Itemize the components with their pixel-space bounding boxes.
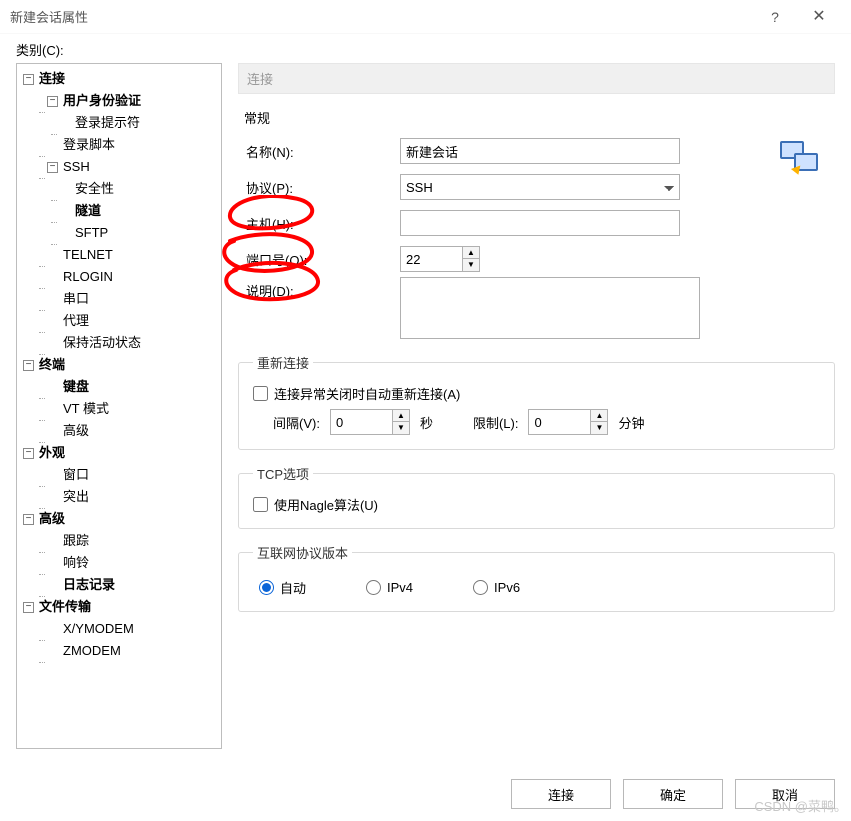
port-spinner[interactable]: ▲▼ [400,246,480,272]
interval-spinner[interactable]: ▲▼ [330,409,410,435]
ok-button[interactable]: 确定 [623,779,723,809]
tcp-legend: TCP选项 [253,464,313,483]
collapse-icon[interactable] [23,448,34,459]
tree-advanced[interactable]: 高级 跟踪 响铃 日志记录 [23,508,219,596]
ipver-ipv4[interactable]: IPv4 [366,580,413,595]
tree-tunnel[interactable]: 隧道 [47,200,219,222]
spin-up-icon[interactable]: ▲ [393,410,409,422]
spin-down-icon[interactable]: ▼ [591,422,607,434]
dialog-footer: 连接 确定 取消 [511,779,835,809]
interval-input[interactable] [330,409,392,435]
name-label: 名称(N): [244,142,400,161]
collapse-icon[interactable] [23,602,34,613]
collapse-icon[interactable] [47,162,58,173]
reconnect-checkbox[interactable]: 连接异常关闭时自动重新连接(A) [253,384,824,403]
tree-connection[interactable]: 连接 用户身份验证 登录提示符 登录脚本 SSH [23,68,219,354]
spin-down-icon[interactable]: ▼ [393,422,409,434]
tree-bell[interactable]: 响铃 [35,552,219,574]
protocol-label: 协议(P): [244,178,400,197]
protocol-select[interactable]: SSH [400,174,680,200]
spin-down-icon[interactable]: ▼ [463,259,479,271]
limit-spinner[interactable]: ▲▼ [528,409,608,435]
session-icon [778,139,822,179]
tree-login-prompt[interactable]: 登录提示符 [47,112,219,134]
limit-input[interactable] [528,409,590,435]
tree-serial[interactable]: 串口 [35,288,219,310]
collapse-icon[interactable] [23,74,34,85]
tree-keyboard[interactable]: 键盘 [35,376,219,398]
collapse-icon[interactable] [23,360,34,371]
limit-label: 限制(L): [473,413,519,432]
nagle-checkbox[interactable]: 使用Nagle算法(U) [253,495,824,514]
connect-button[interactable]: 连接 [511,779,611,809]
tree-security[interactable]: 安全性 [47,178,219,200]
tree-login-script[interactable]: 登录脚本 [35,134,219,156]
tree-xymodem[interactable]: X/YMODEM [35,618,219,640]
ipver-auto[interactable]: 自动 [259,578,306,597]
close-icon[interactable]: ✕ [797,9,841,25]
tree-zmodem[interactable]: ZMODEM [35,640,219,662]
host-input[interactable] [400,210,680,236]
collapse-icon[interactable] [23,514,34,525]
reconnect-legend: 重新连接 [253,353,313,372]
cancel-button[interactable]: 取消 [735,779,835,809]
tree-rlogin[interactable]: RLOGIN [35,266,219,288]
tree-proxy[interactable]: 代理 [35,310,219,332]
tree-keepalive[interactable]: 保持活动状态 [35,332,219,354]
ipver-ipv6[interactable]: IPv6 [473,580,520,595]
breadcrumb: 连接 [238,63,835,94]
window-title: 新建会话属性 [10,7,753,26]
tree-appearance[interactable]: 外观 窗口 突出 [23,442,219,508]
host-label: 主机(H): [244,214,400,233]
port-input[interactable] [400,246,462,272]
ipver-group: 互联网协议版本 自动 IPv4 IPv6 [238,543,835,612]
tcp-group: TCP选项 使用Nagle算法(U) [238,464,835,529]
port-label: 端口号(O): [244,250,400,269]
tree-ssh[interactable]: SSH 安全性 隧道 SFTP [35,156,219,244]
general-legend: 常规 [244,108,835,127]
tree-trace[interactable]: 跟踪 [35,530,219,552]
reconnect-group: 重新连接 连接异常关闭时自动重新连接(A) 间隔(V): ▲▼ 秒 限制(L): [238,353,835,450]
name-input[interactable] [400,138,680,164]
interval-unit: 秒 [420,413,433,432]
tree-telnet[interactable]: TELNET [35,244,219,266]
tree-vtmode[interactable]: VT 模式 [35,398,219,420]
help-icon[interactable]: ? [753,10,797,24]
tree-window[interactable]: 窗口 [35,464,219,486]
tree-highlight[interactable]: 突出 [35,486,219,508]
spin-up-icon[interactable]: ▲ [463,247,479,259]
spin-up-icon[interactable]: ▲ [591,410,607,422]
interval-label: 间隔(V): [273,413,320,432]
category-label: 类别(C): [16,40,835,59]
general-group: 常规 名称(N): 协议(P): SSH [238,108,835,349]
collapse-icon[interactable] [47,96,58,107]
tree-sftp[interactable]: SFTP [47,222,219,244]
limit-unit: 分钟 [618,413,644,432]
ipver-legend: 互联网协议版本 [253,543,352,562]
desc-textarea[interactable] [400,277,700,339]
tree-advanced-term[interactable]: 高级 [35,420,219,442]
tree-auth[interactable]: 用户身份验证 登录提示符 [35,90,219,134]
desc-label: 说明(D): [244,277,400,300]
category-tree: 连接 用户身份验证 登录提示符 登录脚本 SSH [16,63,222,749]
tree-file-transfer[interactable]: 文件传输 X/YMODEM ZMODEM [23,596,219,662]
title-bar: 新建会话属性 ? ✕ [0,0,851,34]
tree-terminal[interactable]: 终端 键盘 VT 模式 高级 [23,354,219,442]
tree-logging[interactable]: 日志记录 [35,574,219,596]
